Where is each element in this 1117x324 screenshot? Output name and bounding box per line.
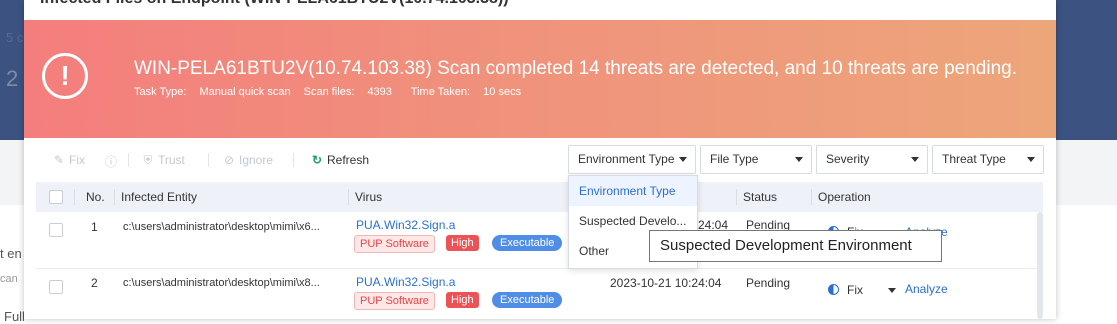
background-text: t en xyxy=(0,246,22,261)
executable-tag: Executable xyxy=(492,292,563,308)
row-number: 2 xyxy=(91,276,98,290)
pup-software-tag: PUP Software xyxy=(354,235,435,253)
refresh-icon: ↻ xyxy=(311,153,323,167)
alert-icon: ! xyxy=(42,53,88,99)
row-checkbox[interactable] xyxy=(49,223,63,237)
header-status: Status xyxy=(743,190,778,204)
file-type-value: File Type xyxy=(710,152,759,166)
toolbar-divider xyxy=(128,153,129,167)
table-row[interactable]: 2 c:\users\administrator\desktop\mimi\x8… xyxy=(36,269,1043,319)
chevron-down-icon xyxy=(679,157,687,162)
pup-software-tag: PUP Software xyxy=(354,292,435,310)
refresh-label: Refresh xyxy=(327,153,370,167)
infected-entity-path: c:\users\administrator\desktop\mimi\x8..… xyxy=(123,277,320,289)
environment-type-filter[interactable]: Environment Type xyxy=(568,145,696,174)
select-all-checkbox[interactable] xyxy=(49,190,63,204)
scan-summary: WIN-PELA61BTU2V(10.74.103.38) Scan compl… xyxy=(134,58,1017,79)
fix-action-label: Fix xyxy=(847,283,863,297)
info-button[interactable]: ⓘ xyxy=(104,153,121,170)
refresh-button[interactable]: ↻ Refresh xyxy=(310,153,369,167)
column-divider xyxy=(736,189,737,205)
row-number: 1 xyxy=(91,220,98,234)
fix-button[interactable]: ✎ Fix xyxy=(52,153,85,167)
task-type-label: Task Type: xyxy=(134,86,187,98)
virus-name-link[interactable]: PUA.Win32.Sign.a xyxy=(356,275,455,289)
time-taken-value: 10 secs xyxy=(483,86,522,98)
table-header: No. Infected Entity Virus Status Operati… xyxy=(36,182,1043,212)
scan-files-label: Scan files: xyxy=(303,86,355,98)
header-virus: Virus xyxy=(355,190,383,204)
chevron-down-icon[interactable] xyxy=(888,288,896,293)
analyze-link[interactable]: Analyze xyxy=(905,282,948,296)
environment-type-value: Environment Type xyxy=(578,152,675,166)
infected-entity-path: c:\users\administrator\desktop\mimi\x6..… xyxy=(123,221,320,233)
fix-status-icon xyxy=(828,284,839,295)
chevron-down-icon xyxy=(795,157,803,162)
column-divider xyxy=(114,189,115,205)
background-full-label: Full xyxy=(4,309,25,324)
trust-button[interactable]: ⛨ Trust xyxy=(141,153,185,168)
header-no: No. xyxy=(86,190,105,204)
trust-label: Trust xyxy=(158,153,185,167)
table-scrollbar[interactable] xyxy=(1037,212,1043,319)
ignore-label: Ignore xyxy=(239,153,274,167)
column-divider xyxy=(348,189,349,205)
threat-type-filter[interactable]: Threat Type xyxy=(932,145,1044,174)
severity-high-tag: High xyxy=(446,235,479,251)
scan-result-banner: ! WIN-PELA61BTU2V(10.74.103.38) Scan com… xyxy=(24,20,1056,138)
chevron-down-icon xyxy=(1027,157,1035,162)
dropdown-option-environment-type[interactable]: Environment Type xyxy=(569,176,697,206)
header-infected-entity: Infected Entity xyxy=(121,190,198,204)
row-checkbox[interactable] xyxy=(49,280,63,294)
column-divider xyxy=(811,189,812,205)
executable-tag: Executable xyxy=(492,235,563,251)
infected-files-modal: Infected Files on Endpoint (WIN-PELA61BT… xyxy=(24,0,1056,319)
toolbar-divider xyxy=(208,153,209,167)
chevron-down-icon xyxy=(911,157,919,162)
fix-icon: ✎ xyxy=(53,153,65,167)
info-icon: ⓘ xyxy=(104,155,117,169)
ignore-button[interactable]: ⊘ Ignore xyxy=(222,153,273,167)
task-type-value: Manual quick scan xyxy=(199,86,291,98)
fix-label: Fix xyxy=(69,153,85,167)
background-count: 2 xyxy=(6,66,19,91)
detection-time: 2023-10-21 10:24:04 xyxy=(610,276,722,290)
status-pending: Pending xyxy=(746,276,791,290)
scan-details: Task Type: Manual quick scan Scan files:… xyxy=(134,86,531,98)
severity-value: Severity xyxy=(826,152,870,166)
option-tooltip: Suspected Development Environment xyxy=(649,230,942,262)
modal-title: Infected Files on Endpoint (WIN-PELA61BT… xyxy=(40,0,509,8)
threat-type-value: Threat Type xyxy=(942,152,1006,166)
severity-high-tag: High xyxy=(446,292,479,308)
file-type-filter[interactable]: File Type xyxy=(700,145,812,174)
trust-icon: ⛨ xyxy=(143,153,153,167)
header-operation: Operation xyxy=(818,190,871,204)
background-subtext: can xyxy=(0,273,18,285)
severity-filter[interactable]: Severity xyxy=(816,145,928,174)
virus-name-link[interactable]: PUA.Win32.Sign.a xyxy=(356,218,455,232)
column-divider xyxy=(74,189,75,205)
ignore-icon: ⊘ xyxy=(223,153,235,167)
background-label: 5 c xyxy=(6,30,24,45)
toolbar-divider xyxy=(293,153,294,167)
scan-files-value: 4393 xyxy=(367,86,392,98)
time-taken-label: Time Taken: xyxy=(410,86,471,98)
fix-action[interactable]: Fix xyxy=(828,283,863,297)
